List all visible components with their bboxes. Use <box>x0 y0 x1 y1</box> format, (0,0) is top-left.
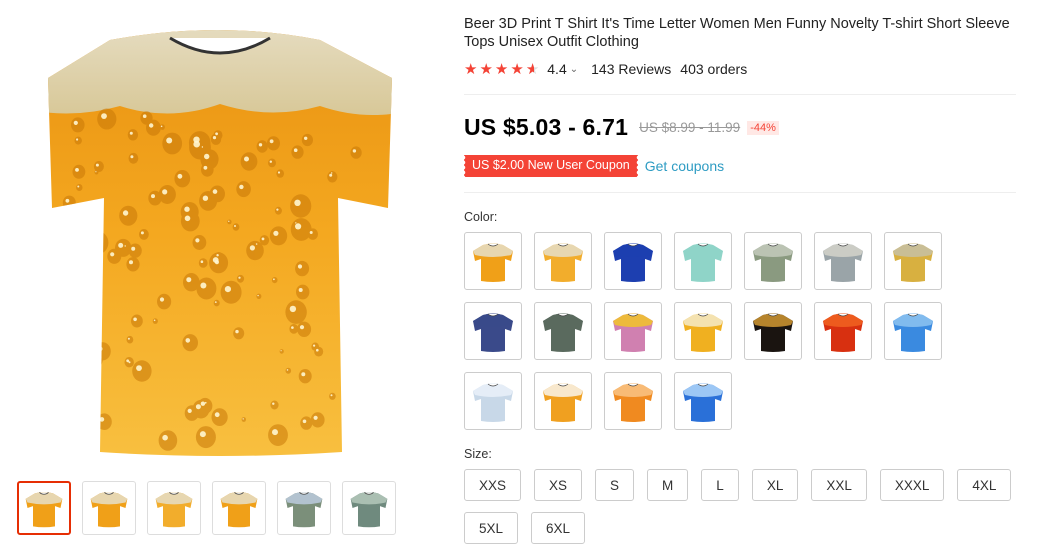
thumbnail-2[interactable] <box>82 481 136 535</box>
size-option-m[interactable]: M <box>647 469 689 501</box>
color-swatch-14[interactable] <box>884 302 942 360</box>
divider <box>464 94 1016 95</box>
color-swatch-13[interactable] <box>814 302 872 360</box>
half-star-icon: ★ <box>526 62 539 77</box>
divider <box>464 192 1016 193</box>
new-user-coupon-badge[interactable]: US $2.00 New User Coupon <box>463 155 638 177</box>
coupon-row: US $2.00 New User Coupon Get coupons <box>463 155 724 177</box>
gray-cartoon-shirt-icon <box>543 313 583 352</box>
color-swatch-3[interactable] <box>604 232 662 290</box>
color-swatch-15[interactable] <box>464 372 522 430</box>
black-gold-shirt-icon <box>753 313 793 352</box>
color-swatch-9[interactable] <box>534 302 592 360</box>
blue-bubble-shirt-icon <box>893 313 933 352</box>
chevron-down-icon[interactable]: ⌄ <box>570 64 578 75</box>
beer-shirt-icon <box>25 491 63 528</box>
color-swatch-7[interactable] <box>884 232 942 290</box>
mint-cartoon-shirt-icon <box>683 243 723 282</box>
color-swatch-18[interactable] <box>674 372 732 430</box>
thumbnail-4[interactable] <box>212 481 266 535</box>
color-swatch-8[interactable] <box>464 302 522 360</box>
reviews-link[interactable]: 143 Reviews <box>591 61 671 77</box>
beer-print-shirt-icon <box>543 243 583 282</box>
size-option-s[interactable]: S <box>595 469 635 501</box>
star-icon: ★ <box>479 60 493 78</box>
beer-print-shirt-icon <box>155 491 193 528</box>
size-option-5xl[interactable]: 5XL <box>464 512 519 544</box>
blue-water-shirt-icon <box>683 383 723 422</box>
rating-value[interactable]: 4.4 <box>547 61 566 77</box>
orange-cartoon-shirt-icon <box>613 383 653 422</box>
color-label: Color: <box>464 210 498 224</box>
star-icon: ★ <box>510 60 524 78</box>
color-swatch-16[interactable] <box>534 372 592 430</box>
red-fire-shirt-icon <box>823 313 863 352</box>
pink-cartoon-shirt-icon <box>613 313 653 352</box>
thumbnail-3[interactable] <box>147 481 201 535</box>
size-option-6xl[interactable]: 6XL <box>531 512 586 544</box>
thumbnail-5[interactable] <box>277 481 331 535</box>
size-option-xxs[interactable]: XXS <box>464 469 522 501</box>
blue-cartoon-shirt-icon <box>613 243 653 282</box>
discount-badge: -44% <box>747 120 779 135</box>
size-option-xs[interactable]: XS <box>534 469 583 501</box>
color-swatches <box>464 232 954 430</box>
color-swatch-11[interactable] <box>674 302 732 360</box>
color-swatch-2[interactable] <box>534 232 592 290</box>
cartoon-shirt-icon <box>285 491 323 528</box>
star-icon: ★ <box>464 60 478 78</box>
product-title: Beer 3D Print T Shirt It's Time Letter W… <box>464 16 1010 50</box>
size-label: Size: <box>464 447 492 461</box>
color-swatch-12[interactable] <box>744 302 802 360</box>
color-swatch-10[interactable] <box>604 302 662 360</box>
color-swatch-17[interactable] <box>604 372 662 430</box>
size-option-xl[interactable]: XL <box>751 469 799 501</box>
color-swatch-4[interactable] <box>674 232 732 290</box>
size-option-4xl[interactable]: 4XL <box>957 469 1012 501</box>
color-swatch-5[interactable] <box>744 232 802 290</box>
price-row: US $5.03 - 6.71 US $8.99 - 11.99 -44% <box>464 114 779 141</box>
product-info: Beer 3D Print T Shirt It's Time Letter W… <box>464 15 1024 78</box>
beer-mug-shirt-icon <box>543 383 583 422</box>
size-options: XXS XS S M L XL XXL XXXL 4XL 5XL 6XL <box>464 469 1034 544</box>
beer-foam-shirt-icon <box>683 313 723 352</box>
size-option-xxl[interactable]: XXL <box>811 469 867 501</box>
orders-count: 403 orders <box>680 61 748 77</box>
beer-shirt-icon <box>220 491 258 528</box>
collage-shirt-icon <box>753 243 793 282</box>
main-product-image[interactable] <box>20 8 420 460</box>
thumbnail-6[interactable] <box>342 481 396 535</box>
rating-stars[interactable]: ★ ★ ★ ★ ★ <box>464 62 539 77</box>
thumbnail-1[interactable] <box>17 481 71 535</box>
get-coupons-link[interactable]: Get coupons <box>645 158 724 174</box>
cartoon-collage-shirt-icon <box>893 243 933 282</box>
beer-shirt-icon <box>90 491 128 528</box>
color-swatch-1[interactable] <box>464 232 522 290</box>
current-price: US $5.03 - 6.71 <box>464 114 629 140</box>
navy-cartoon-shirt-icon <box>473 313 513 352</box>
size-option-xxxl[interactable]: XXXL <box>879 469 945 501</box>
star-icon: ★ <box>494 60 509 78</box>
beer-tshirt-image <box>48 30 392 456</box>
original-price: US $8.99 - 11.99 <box>639 120 741 135</box>
size-option-l[interactable]: L <box>701 469 739 501</box>
rating-row: ★ ★ ★ ★ ★ 4.4 ⌄ 143 Reviews 403 orders <box>464 60 1024 78</box>
thumbnail-strip <box>17 481 396 535</box>
cartoon-shirt-icon <box>350 491 388 528</box>
color-swatch-6[interactable] <box>814 232 872 290</box>
beer-shirt-icon <box>473 243 513 282</box>
collage-shirt-icon <box>823 243 863 282</box>
ice-shirt-icon <box>473 383 513 422</box>
